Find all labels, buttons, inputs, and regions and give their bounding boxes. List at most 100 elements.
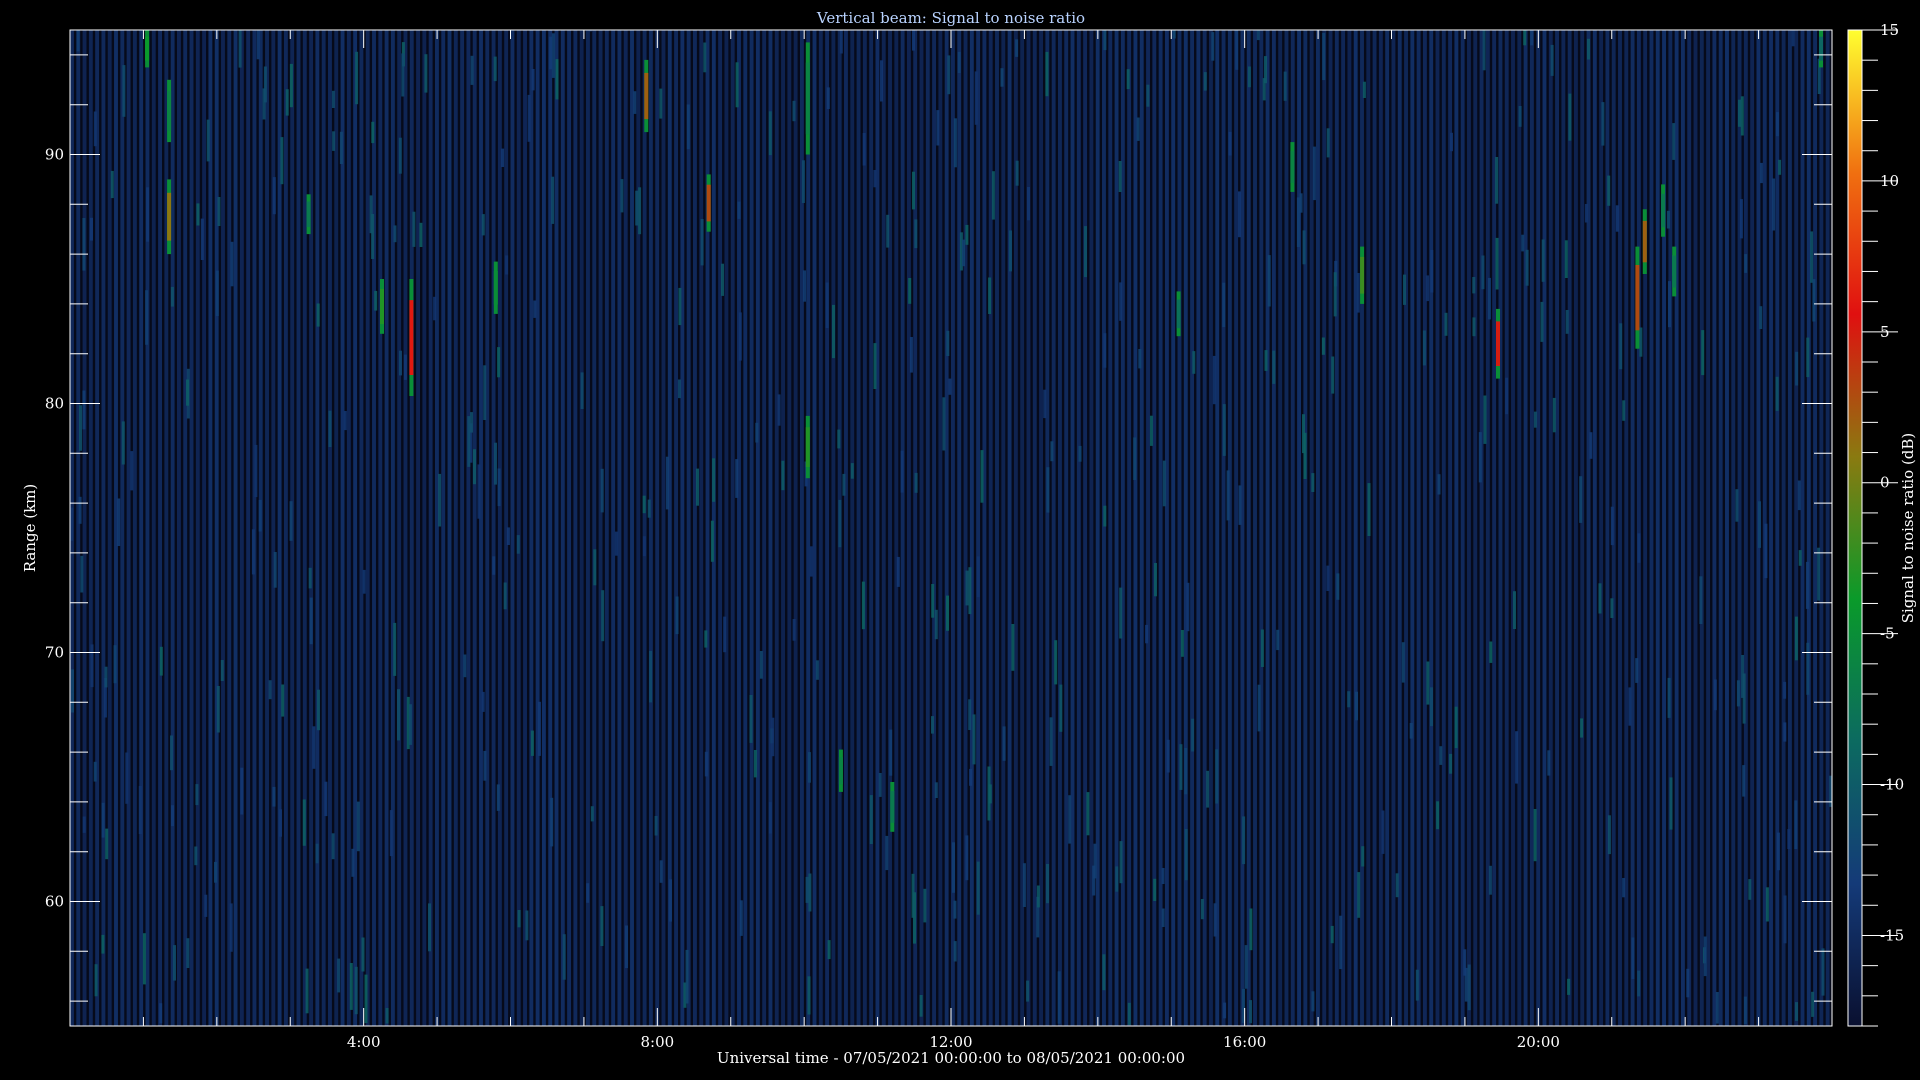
- noise-speckle: [1686, 968, 1690, 998]
- background-column: [378, 30, 383, 1026]
- background-column: [1429, 30, 1434, 1026]
- noise-speckle: [1430, 687, 1433, 727]
- noise-speckle: [159, 1003, 163, 1024]
- noise-speckle: [412, 211, 416, 247]
- noise-speckle: [968, 699, 972, 730]
- noise-speckle: [1133, 437, 1137, 480]
- background-column: [1315, 30, 1320, 1026]
- background-column: [699, 30, 704, 1026]
- noise-speckle: [669, 879, 672, 922]
- noise-speckle: [1381, 810, 1385, 854]
- background-column: [1630, 30, 1635, 1026]
- noise-speckle: [1794, 800, 1798, 850]
- noise-speckle: [1192, 351, 1196, 374]
- noise-speckle: [665, 456, 669, 510]
- noise-speckle: [1162, 460, 1166, 507]
- background-column: [648, 30, 653, 1026]
- noise-speckle: [873, 170, 877, 188]
- noise-speckle: [438, 473, 442, 527]
- noise-speckle: [1247, 66, 1251, 88]
- background-column: [812, 30, 817, 1026]
- background-column: [1548, 30, 1553, 1026]
- noise-speckle: [393, 225, 397, 243]
- noise-speckle: [493, 56, 497, 82]
- noise-speckle: [272, 177, 276, 215]
- noise-speckle: [289, 63, 293, 108]
- background-column: [862, 30, 867, 1026]
- noise-speckle: [1119, 587, 1123, 639]
- noise-speckle: [105, 828, 109, 860]
- background-column: [1731, 30, 1736, 1026]
- background-column: [692, 30, 697, 1026]
- background-column: [1209, 30, 1213, 1026]
- colorbar-tick-label: -10: [1880, 776, 1904, 794]
- noise-speckle: [1637, 533, 1641, 563]
- noise-speckle: [1772, 178, 1776, 231]
- background-column: [768, 30, 773, 1026]
- noise-speckle: [620, 179, 624, 213]
- noise-speckle: [704, 751, 708, 777]
- background-column: [541, 30, 546, 1026]
- echo-trace: [167, 91, 172, 131]
- noise-speckle: [533, 300, 537, 318]
- background-column: [1573, 30, 1578, 1026]
- noise-speckle: [948, 378, 952, 395]
- noise-speckle: [1311, 473, 1315, 492]
- background-column: [1353, 30, 1358, 1026]
- background-column: [1064, 30, 1069, 1026]
- noise-speckle: [1203, 72, 1207, 91]
- noise-speckle: [700, 219, 704, 266]
- background-column: [592, 30, 597, 1026]
- background-column: [145, 30, 150, 1026]
- background-column: [604, 30, 609, 1026]
- noise-speckle: [331, 90, 335, 108]
- noise-speckle: [1759, 162, 1763, 184]
- noise-speckle: [908, 278, 912, 304]
- noise-speckle: [805, 876, 809, 903]
- background-column: [1725, 30, 1729, 1026]
- noise-speckle: [838, 499, 842, 548]
- noise-speckle: [1057, 971, 1061, 1024]
- noise-speckle: [1043, 389, 1047, 419]
- noise-speckle: [393, 622, 397, 676]
- noise-speckle: [1068, 795, 1072, 844]
- noise-speckle: [317, 689, 320, 731]
- background-column: [680, 30, 685, 1026]
- background-column: [938, 30, 943, 1026]
- noise-speckle: [1311, 991, 1315, 1012]
- background-column: [630, 30, 634, 1026]
- background-column: [1422, 30, 1427, 1026]
- background-column: [686, 30, 691, 1026]
- noise-speckle: [1409, 723, 1413, 739]
- noise-speckle: [738, 312, 742, 361]
- noise-speckle: [600, 468, 604, 513]
- background-column: [1460, 30, 1465, 1026]
- background-column: [755, 30, 760, 1026]
- background-column: [881, 30, 886, 1026]
- noise-speckle: [354, 966, 358, 1015]
- noise-speckle: [1811, 991, 1815, 1017]
- noise-speckle: [987, 766, 991, 821]
- colorbar-ticks: 15 10 5 0 -5 -10 -15: [1862, 21, 1904, 1027]
- noise-speckle: [262, 88, 266, 120]
- noise-speckle: [923, 888, 927, 923]
- background-column: [598, 30, 603, 1026]
- noise-speckle: [1184, 829, 1188, 881]
- noise-speckle: [815, 660, 819, 680]
- echo-trace: [306, 201, 311, 227]
- echo-trace: [1819, 36, 1823, 61]
- noise-speckle: [230, 241, 234, 287]
- background-column: [158, 30, 162, 1026]
- noise-speckle: [1533, 411, 1537, 428]
- noise-speckle: [1739, 199, 1743, 239]
- background-column: [636, 30, 641, 1026]
- background-column: [195, 30, 200, 1026]
- background-column: [1693, 30, 1698, 1026]
- background-column: [422, 30, 427, 1026]
- background-column: [441, 30, 446, 1026]
- noise-speckle: [419, 222, 423, 247]
- noise-speckle: [723, 616, 727, 653]
- background-column: [888, 30, 892, 1026]
- noise-speckle: [1049, 717, 1053, 766]
- noise-speckle: [1776, 832, 1780, 871]
